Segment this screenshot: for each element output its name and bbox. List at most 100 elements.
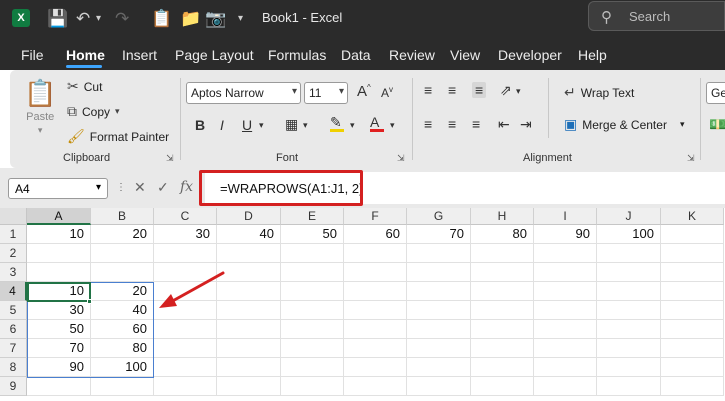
orientation-dropdown-icon[interactable]: ▾ [516,86,521,97]
cell-H7[interactable] [471,339,534,358]
cell-G7[interactable] [407,339,471,358]
fill-color-dropdown-icon[interactable]: ▾ [350,120,355,131]
cell-H8[interactable] [471,358,534,377]
cell-K1[interactable] [661,225,724,244]
row-header[interactable]: 6 [0,320,27,339]
cell-D4[interactable] [217,282,281,301]
cell-J2[interactable] [597,244,661,263]
cell-J1[interactable]: 100 [597,225,661,244]
cell-B8[interactable]: 100 [91,358,154,377]
cell-I9[interactable] [534,377,597,396]
cell-C6[interactable] [154,320,217,339]
bold-button[interactable]: B [195,117,205,133]
borders-dropdown-icon[interactable]: ▾ [303,120,308,131]
font-launcher-icon[interactable]: ⇲ [397,153,405,164]
font-color-dropdown-icon[interactable]: ▾ [390,120,395,131]
cell-A1[interactable]: 10 [27,225,91,244]
cell-H3[interactable] [471,263,534,282]
cell-J5[interactable] [597,301,661,320]
tab-view[interactable]: View [450,47,480,63]
cell-E4[interactable] [281,282,344,301]
tab-insert[interactable]: Insert [122,47,157,63]
column-header[interactable]: B [91,208,154,225]
cell-E8[interactable] [281,358,344,377]
cell-G4[interactable] [407,282,471,301]
cell-E6[interactable] [281,320,344,339]
align-left-icon[interactable]: ≡ [424,116,432,132]
cell-K9[interactable] [661,377,724,396]
cell-I4[interactable] [534,282,597,301]
tab-file[interactable]: File [21,47,44,63]
row-header[interactable]: 2 [0,244,27,263]
cell-J9[interactable] [597,377,661,396]
column-header[interactable]: E [281,208,344,225]
cell-A5[interactable]: 30 [27,301,91,320]
cell-F5[interactable] [344,301,407,320]
row-header[interactable]: 3 [0,263,27,282]
cell-B2[interactable] [91,244,154,263]
cell-A7[interactable]: 70 [27,339,91,358]
cell-I3[interactable] [534,263,597,282]
cell-E3[interactable] [281,263,344,282]
cell-B9[interactable] [91,377,154,396]
number-format-select[interactable]: Ge [706,82,725,104]
cell-H4[interactable] [471,282,534,301]
cell-J4[interactable] [597,282,661,301]
cell-J6[interactable] [597,320,661,339]
decrease-font-icon[interactable]: Av [381,85,393,100]
cell-C8[interactable] [154,358,217,377]
align-right-icon[interactable]: ≡ [472,116,480,132]
cell-K3[interactable] [661,263,724,282]
customize-toolbar-icon[interactable]: ▾ [238,9,243,29]
cell-G8[interactable] [407,358,471,377]
cell-G2[interactable] [407,244,471,263]
column-header[interactable]: F [344,208,407,225]
column-header[interactable]: K [661,208,724,225]
column-header[interactable]: D [217,208,281,225]
paste-button[interactable]: 📋 Paste ▾ [24,78,56,136]
row-header[interactable]: 8 [0,358,27,377]
worksheet-grid[interactable]: A B C D E F G H I J K 1 10 20 30 40 50 60 70 80 90 100 2 3 4 10 20… [0,208,725,401]
cell-H9[interactable] [471,377,534,396]
cell-B1[interactable]: 20 [91,225,154,244]
insert-function-icon[interactable]: fx [180,179,193,195]
copy-button[interactable]: ⧉ Copy ▾ [67,103,120,120]
row-header[interactable]: 4 [0,282,27,301]
increase-font-icon[interactable]: A^ [357,83,371,100]
font-color-icon[interactable]: A [370,114,384,132]
cell-F8[interactable] [344,358,407,377]
cell-K6[interactable] [661,320,724,339]
cell-F7[interactable] [344,339,407,358]
cell-G5[interactable] [407,301,471,320]
tab-page-layout[interactable]: Page Layout [175,47,254,63]
cell-B6[interactable]: 60 [91,320,154,339]
cell-H1[interactable]: 80 [471,225,534,244]
save-icon[interactable]: 💾 [47,9,68,29]
cell-B7[interactable]: 80 [91,339,154,358]
cell-E2[interactable] [281,244,344,263]
cell-B4[interactable]: 20 [91,282,154,301]
cell-J7[interactable] [597,339,661,358]
select-all-corner[interactable] [0,208,27,225]
cell-H2[interactable] [471,244,534,263]
name-box[interactable]: A4 ▾ [8,178,108,199]
cell-E7[interactable] [281,339,344,358]
column-header[interactable]: J [597,208,661,225]
undo-dropdown-icon[interactable]: ▾ [96,9,101,29]
row-header[interactable]: 7 [0,339,27,358]
italic-button[interactable]: I [220,117,224,133]
cell-A4[interactable]: 10 [27,282,91,301]
cell-D3[interactable] [217,263,281,282]
decrease-indent-icon[interactable]: ⇤ [498,116,510,133]
undo-icon[interactable]: ↶ [76,9,90,29]
cell-F6[interactable] [344,320,407,339]
tab-developer[interactable]: Developer [498,47,562,63]
cell-H6[interactable] [471,320,534,339]
cell-F9[interactable] [344,377,407,396]
increase-indent-icon[interactable]: ⇥ [520,116,532,133]
orientation-icon[interactable]: ⇗ [500,82,512,99]
cell-C5[interactable] [154,301,217,320]
cell-A3[interactable] [27,263,91,282]
cell-A9[interactable] [27,377,91,396]
cell-G9[interactable] [407,377,471,396]
